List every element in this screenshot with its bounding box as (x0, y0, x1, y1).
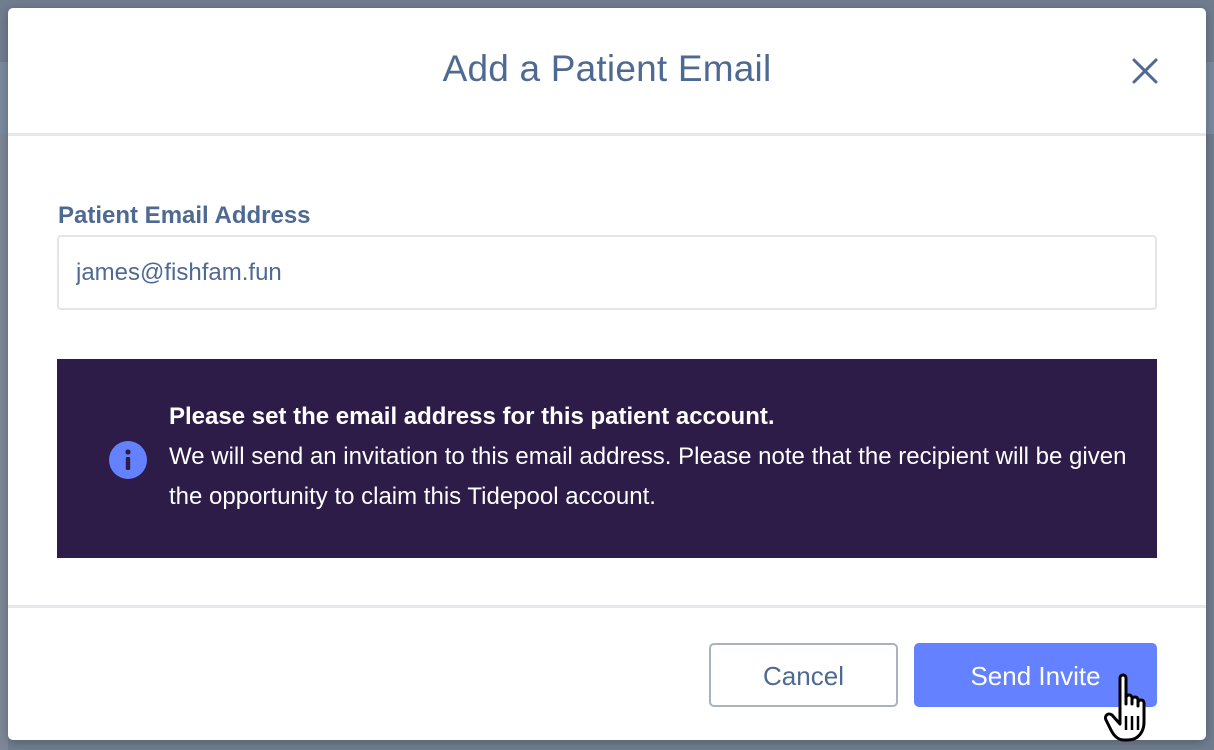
email-field-label: Patient Email Address (58, 202, 311, 229)
info-heading: Please set the email address for this pa… (169, 403, 775, 430)
info-text: Please set the email address for this pa… (169, 397, 1129, 517)
info-message: We will send an invitation to this email… (169, 443, 1127, 510)
add-patient-email-dialog: Add a Patient Email Patient Email Addres… (8, 8, 1206, 740)
send-invite-button[interactable]: Send Invite (914, 643, 1157, 707)
dialog-title: Add a Patient Email (442, 48, 772, 89)
info-banner: Please set the email address for this pa… (57, 359, 1157, 558)
email-field[interactable] (57, 235, 1157, 310)
close-icon (1132, 58, 1158, 84)
info-icon (109, 441, 147, 479)
dialog-header: Add a Patient Email (8, 8, 1206, 136)
cancel-button[interactable]: Cancel (709, 643, 898, 707)
background-page-sidebar (0, 134, 8, 750)
close-button[interactable] (1130, 56, 1160, 86)
dialog-footer: Cancel Send Invite (8, 605, 1206, 740)
dialog-body: Patient Email Address Please set the ema… (8, 136, 1206, 606)
